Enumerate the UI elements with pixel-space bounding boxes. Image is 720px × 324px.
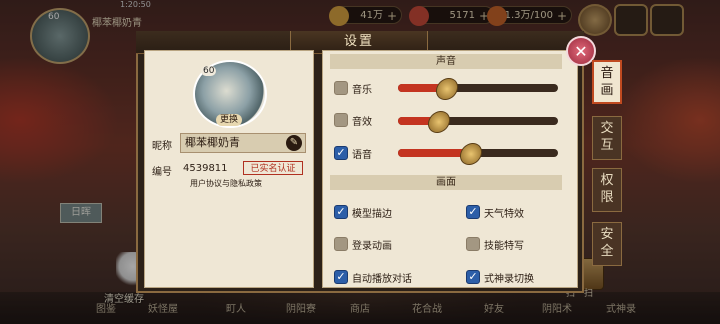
music-label: 音乐 [352, 85, 372, 96]
display-section-header: 画面 [330, 175, 562, 190]
voice-label: 语音 [352, 150, 372, 161]
tab-label: 权 限 [600, 173, 614, 205]
auto-dialog-label: 自动播放对话 [352, 274, 412, 285]
shikigami-switch-label: 式神录切换 [484, 274, 534, 285]
weather-checkbox[interactable]: ✓ [466, 205, 480, 219]
skill-closeup-checkbox[interactable] [466, 237, 480, 251]
login-anim-checkbox[interactable] [334, 237, 348, 251]
music-checkbox[interactable] [334, 81, 348, 95]
tab-label: 音 画 [600, 66, 614, 98]
nickname-label: 昵称 [152, 141, 172, 152]
sound-section-header: 声音 [330, 54, 562, 69]
avatar-level: 60 [201, 66, 217, 76]
music-slider[interactable] [398, 73, 558, 105]
verified-badge: 已实名认证 [243, 161, 303, 175]
change-avatar-button[interactable]: 更换 [216, 114, 243, 126]
auto-dialog-checkbox[interactable]: ✓ [334, 270, 348, 284]
voice-checkbox[interactable]: ✓ [334, 146, 348, 160]
sfx-slider[interactable] [398, 106, 558, 138]
shikigami-switch-checkbox[interactable]: ✓ [466, 270, 480, 284]
edit-nickname-icon[interactable]: ✎ [286, 135, 302, 151]
login-anim-label: 登录动画 [352, 241, 392, 252]
outline-checkbox[interactable]: ✓ [334, 205, 348, 219]
voice-slider[interactable] [398, 138, 558, 170]
privacy-policy-link[interactable]: 用户协议与隐私政策 [190, 178, 262, 189]
tab-permissions[interactable]: 权 限 [592, 168, 622, 212]
sfx-checkbox[interactable] [334, 113, 348, 127]
player-id: 4539811 [183, 163, 228, 174]
tab-label: 安 全 [600, 227, 614, 259]
id-label: 编号 [152, 167, 172, 178]
sfx-label: 音效 [352, 117, 372, 128]
tab-interaction[interactable]: 交 互 [592, 116, 622, 160]
tab-security[interactable]: 安 全 [592, 222, 622, 266]
tab-label: 交 互 [600, 121, 614, 153]
tab-sound-display[interactable]: 音 画 [592, 60, 622, 104]
weather-label: 天气特效 [484, 209, 524, 220]
skill-closeup-label: 技能特写 [484, 241, 524, 252]
outline-label: 模型描边 [352, 209, 392, 220]
